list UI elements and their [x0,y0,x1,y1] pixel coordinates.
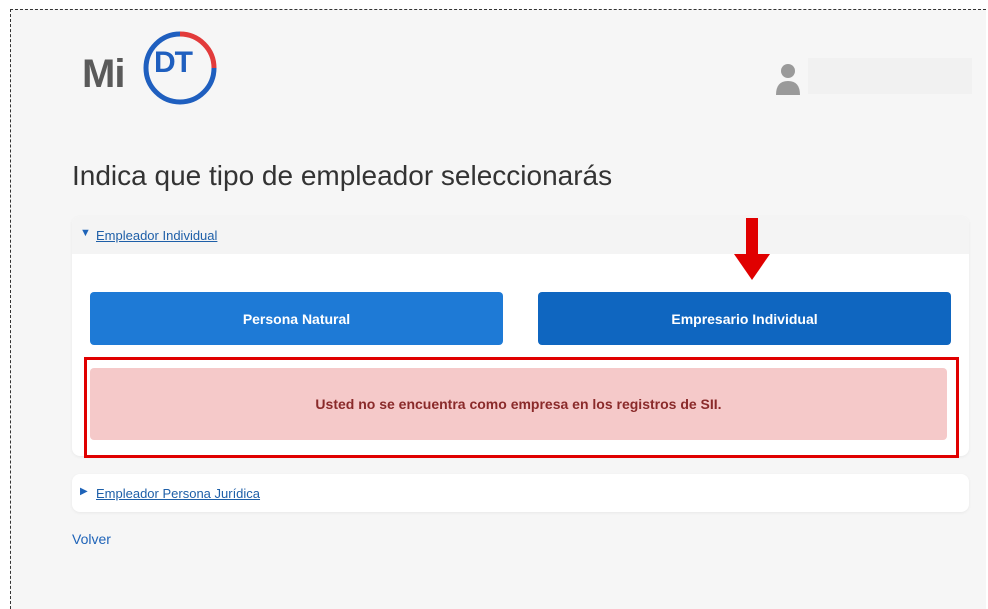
caret-right-icon[interactable]: ▶ [80,486,88,497]
caret-down-icon[interactable]: ▼ [80,227,91,239]
annotation-highlight-box [84,357,959,458]
accordion-panel-juridica[interactable]: ▶ Empleador Persona Jurídica [72,474,969,512]
logo-mi-text: Mi [82,52,125,96]
empleador-persona-juridica-link[interactable]: Empleador Persona Jurídica [96,486,260,501]
empresario-individual-button[interactable]: Empresario Individual [538,292,951,345]
user-icon[interactable] [775,62,801,96]
red-arrow-down-icon [734,218,770,280]
empleador-individual-link[interactable]: Empleador Individual [96,228,217,243]
mi-dt-logo[interactable]: Mi DT [80,30,220,110]
page-title: Indica que tipo de empleador seleccionar… [72,160,613,191]
volver-link[interactable]: Volver [72,531,111,547]
logo-dt-text: DT [154,46,193,79]
accordion-header-individual[interactable]: ▼ Empleador Individual [72,216,969,254]
user-name-placeholder[interactable] [808,58,972,94]
persona-natural-button[interactable]: Persona Natural [90,292,503,345]
